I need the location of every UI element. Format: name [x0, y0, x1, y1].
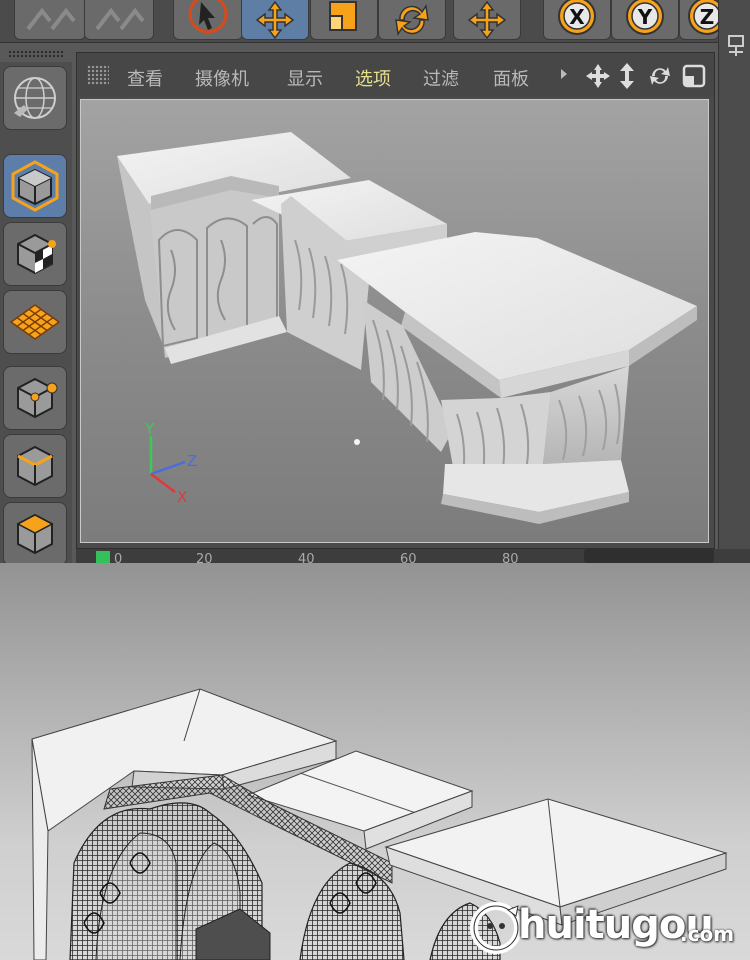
timeline-label-20: 20	[196, 552, 213, 563]
main-toolbar: X Y Z	[0, 0, 750, 43]
menu-overflow-icon[interactable]	[559, 67, 569, 81]
object-mode-button[interactable]	[3, 154, 67, 218]
x-axis-lock-icon: X	[558, 0, 596, 35]
z-axis-lock-icon: Z	[688, 0, 719, 35]
axis-x-label: X	[177, 488, 187, 506]
y-axis-lock-icon: Y	[626, 0, 664, 35]
z-axis-label: Z	[700, 5, 715, 29]
viewport-grip-icon[interactable]	[87, 65, 109, 85]
watermark-logo-icon	[470, 902, 522, 954]
watermark-domain: .com	[680, 922, 735, 946]
toolbar-separator	[8, 50, 64, 58]
points-mode-button[interactable]	[3, 366, 67, 430]
object-mode-icon	[11, 160, 59, 212]
right-panel-strip	[718, 0, 750, 563]
rotate-icon	[395, 3, 429, 36]
x-axis-label: X	[569, 5, 585, 29]
model-mode-button[interactable]	[3, 66, 67, 130]
axis-y-label: Y	[144, 420, 155, 438]
timeline-label-40: 40	[298, 552, 315, 563]
scale-icon	[329, 0, 357, 31]
select-arrow-icon	[188, 0, 228, 33]
polygons-mode-icon	[16, 513, 54, 555]
menu-options[interactable]: 选项	[355, 65, 391, 91]
timeline-field[interactable]	[584, 549, 714, 563]
rotate-tool-button[interactable]	[378, 0, 446, 40]
timeline-label-60: 60	[400, 552, 417, 563]
hierarchy-icon[interactable]	[725, 34, 747, 60]
orbit-view-icon[interactable]	[647, 63, 673, 89]
menu-display[interactable]: 显示	[287, 65, 323, 91]
edges-mode-icon	[17, 445, 53, 487]
menu-filter[interactable]: 过滤	[423, 65, 459, 91]
viewport-menu-bar: 查看 摄像机 显示 选项 过滤 面板	[77, 53, 714, 97]
globe-mesh-icon	[14, 77, 56, 119]
y-axis-label: Y	[637, 5, 653, 29]
pan-view-icon[interactable]	[585, 63, 611, 89]
move-icon	[255, 0, 295, 39]
watermark-logo: huitugou .com	[468, 896, 748, 956]
move-alt-button[interactable]	[453, 0, 521, 40]
viewport-panel: 查看 摄像机 显示 选项 过滤 面板 Y Z X	[76, 52, 715, 549]
move-alt-icon	[467, 0, 507, 39]
scale-tool-button[interactable]	[310, 0, 378, 40]
zoom-view-icon[interactable]	[617, 62, 637, 90]
points-mode-icon	[17, 377, 58, 419]
timeline-label-80: 80	[502, 552, 519, 563]
axis-gizmo: Y Z X	[144, 420, 197, 506]
polygons-mode-button[interactable]	[3, 502, 67, 563]
undo-button[interactable]	[14, 0, 86, 40]
edges-mode-button[interactable]	[3, 434, 67, 498]
move-tool-button[interactable]	[241, 0, 309, 40]
select-tool-button[interactable]	[173, 0, 243, 40]
redo-button[interactable]	[84, 0, 154, 40]
axis-z-label: Z	[187, 452, 197, 470]
3d-viewport[interactable]: Y Z X	[80, 99, 709, 543]
undo-icon	[26, 7, 76, 30]
x-axis-lock-button[interactable]: X	[543, 0, 611, 40]
redo-icon	[95, 7, 145, 30]
y-axis-lock-button[interactable]: Y	[611, 0, 679, 40]
capital-model-shaded[interactable]: Y Z X	[81, 100, 709, 543]
workplane-mode-icon	[9, 304, 61, 340]
timeline-label-0: 0	[114, 552, 123, 563]
texture-mode-button[interactable]	[3, 222, 67, 286]
c4d-screenshot: X Y Z 查看 摄像机 显示 选项 过滤 面板 Y Z X 0 20 40 6…	[0, 0, 750, 563]
menu-panel[interactable]: 面板	[493, 65, 529, 91]
mode-palette	[0, 62, 72, 563]
workplane-mode-button[interactable]	[3, 290, 67, 354]
menu-view[interactable]: 查看	[127, 65, 163, 91]
maximize-view-icon[interactable]	[681, 63, 707, 89]
texture-mode-icon	[17, 233, 56, 275]
playhead-marker[interactable]	[96, 551, 110, 563]
menu-camera[interactable]: 摄像机	[195, 65, 249, 91]
timeline-ruler[interactable]: 0 20 40 60 80	[76, 549, 750, 563]
z-axis-lock-button[interactable]: Z	[679, 0, 719, 40]
